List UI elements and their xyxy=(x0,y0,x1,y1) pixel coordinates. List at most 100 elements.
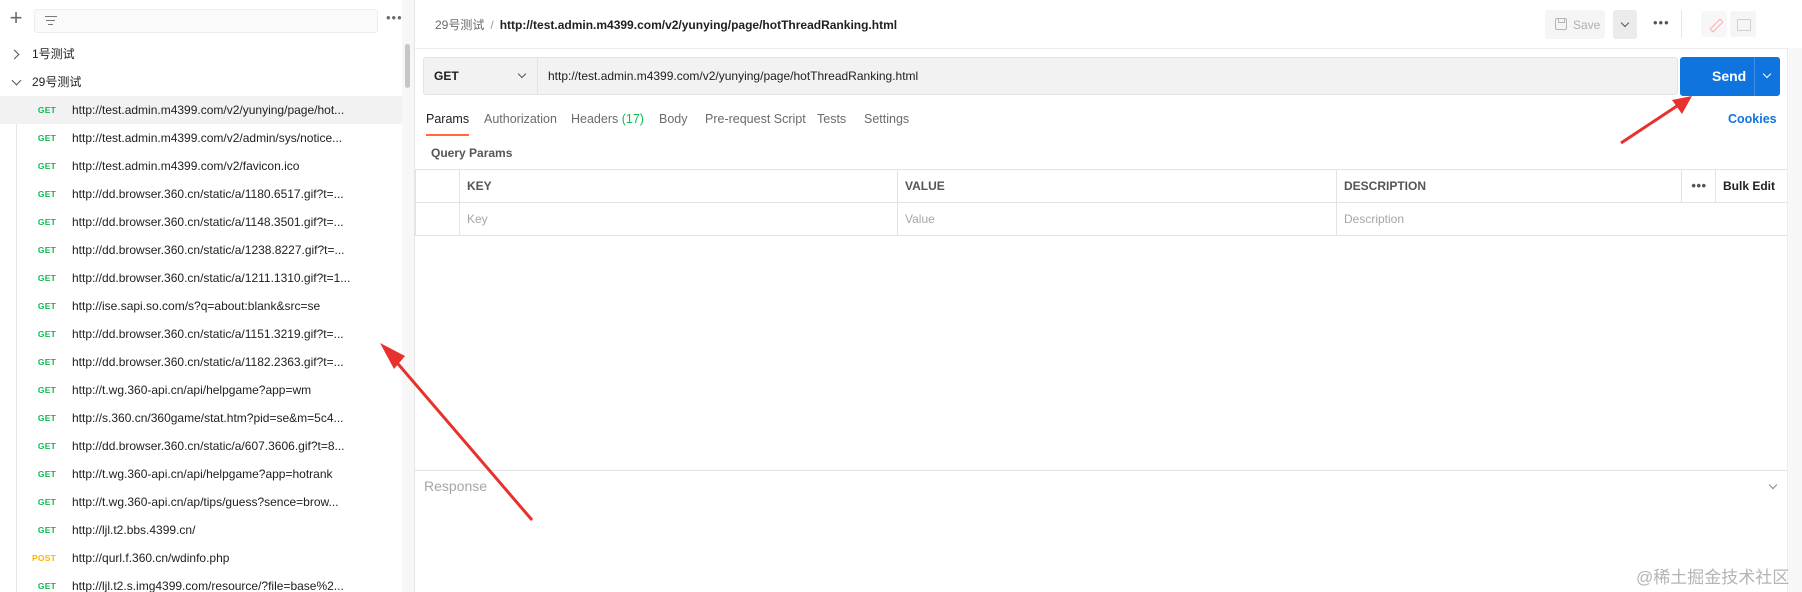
save-dropdown-button[interactable] xyxy=(1613,10,1637,39)
folder-1[interactable]: 1号测试 xyxy=(0,40,400,68)
tab-authorization[interactable]: Authorization xyxy=(484,112,557,126)
tab-label: Authorization xyxy=(484,112,557,126)
request-item[interactable]: GET http://dd.browser.360.cn/static/a/114… xyxy=(0,208,402,236)
request-item[interactable]: GET http://dd.browser.360.cn/static/a/118… xyxy=(0,348,402,376)
method-badge: GET xyxy=(37,189,56,199)
request-url: http://dd.browser.360.cn/static/a/1182.2… xyxy=(72,355,344,369)
request-url: http://test.admin.m4399.com/v2/yunying/p… xyxy=(72,103,345,117)
chevron-down-icon[interactable] xyxy=(1762,69,1772,79)
tab-label: Body xyxy=(659,112,688,126)
method-badge: GET xyxy=(37,273,56,283)
tab-pre-request-script[interactable]: Pre-request Script xyxy=(705,112,806,126)
tab-headers[interactable]: Headers (17) xyxy=(571,112,644,126)
request-item[interactable]: POST http://qurl.f.360.cn/wdinfo.php xyxy=(0,544,402,572)
value-input[interactable]: Value xyxy=(897,203,1337,235)
breadcrumb-request-name[interactable]: http://test.admin.m4399.com/v2/yunying/p… xyxy=(500,18,897,32)
params-more-icon[interactable]: ••• xyxy=(1681,170,1716,202)
column-header-description: DESCRIPTION xyxy=(1336,170,1682,202)
sidebar-scrollbar-track[interactable] xyxy=(402,0,414,592)
breadcrumb: 29号测试 / http://test.admin.m4399.com/v2/yun… xyxy=(435,16,897,33)
request-item[interactable]: GET http://t.wg.360-api.cn/api/helpgame?a… xyxy=(0,460,402,488)
request-url: http://qurl.f.360.cn/wdinfo.php xyxy=(72,551,230,565)
url-bar: GET http://test.admin.m4399.com/v2/yunyi… xyxy=(423,57,1678,95)
bulk-edit-button[interactable]: Bulk Edit xyxy=(1715,170,1787,202)
request-item[interactable]: GET http://test.admin.m4399.com/v2/admin/… xyxy=(0,124,402,152)
method-badge: GET xyxy=(37,469,56,479)
column-header-value: VALUE xyxy=(897,170,1337,202)
request-item[interactable]: GET http://ise.sapi.so.com/s?q=about:blan… xyxy=(0,292,402,320)
row-checkbox[interactable] xyxy=(415,203,460,235)
method-badge: GET xyxy=(37,497,56,507)
request-url: http://dd.browser.360.cn/static/a/1211.1… xyxy=(72,271,351,285)
url-input[interactable]: http://test.admin.m4399.com/v2/yunying/p… xyxy=(548,69,918,83)
pencil-icon xyxy=(1709,18,1724,33)
request-url: http://dd.browser.360.cn/static/a/1180.6… xyxy=(72,187,344,201)
tab-label: Pre-request Script xyxy=(705,112,806,126)
method-badge: GET xyxy=(37,301,56,311)
request-url: http://dd.browser.360.cn/static/a/1238.8… xyxy=(72,243,345,257)
method-badge: GET xyxy=(37,581,56,591)
request-item[interactable]: GET http://t.wg.360-api.cn/ap/tips/guess?… xyxy=(0,488,402,516)
folder-name: 29号测试 xyxy=(32,75,82,89)
response-title: Response xyxy=(424,478,488,494)
method-badge: GET xyxy=(37,133,56,143)
filter-icon xyxy=(45,16,57,26)
chevron-right-icon xyxy=(9,49,20,60)
request-url: http://ise.sapi.so.com/s?q=about:blank&s… xyxy=(72,299,321,313)
method-badge: GET xyxy=(37,525,56,535)
edit-button[interactable] xyxy=(1701,11,1727,37)
header-more-icon[interactable]: ••• xyxy=(1653,15,1670,30)
table-row: Key Value Description xyxy=(415,203,1787,236)
response-divider[interactable] xyxy=(415,470,1787,471)
sidebar-more-icon[interactable]: ••• xyxy=(386,10,403,25)
key-input[interactable]: Key xyxy=(459,203,898,235)
request-url: http://dd.browser.360.cn/static/a/607.36… xyxy=(72,439,345,453)
request-item[interactable]: GET http://dd.browser.360.cn/static/a/115… xyxy=(0,320,402,348)
tab-label: Params xyxy=(426,112,470,126)
plus-icon[interactable]: + xyxy=(7,7,25,29)
tab-tests[interactable]: Tests xyxy=(817,112,846,126)
row-checkbox-header xyxy=(415,170,460,202)
request-item[interactable]: GET http://dd.browser.360.cn/static/a/121… xyxy=(0,264,402,292)
chevron-down-icon[interactable] xyxy=(1768,480,1778,490)
request-item[interactable]: GET http://test.admin.m4399.com/v2/favico… xyxy=(0,152,402,180)
description-input[interactable]: Description xyxy=(1336,203,1682,235)
tab-label: Settings xyxy=(864,112,910,126)
cookies-link[interactable]: Cookies xyxy=(1728,112,1777,126)
tab-settings[interactable]: Settings xyxy=(864,112,909,126)
request-url: http://dd.browser.360.cn/static/a/1148.3… xyxy=(72,215,344,229)
documentation-button[interactable] xyxy=(1730,11,1756,37)
method-badge: GET xyxy=(37,217,56,227)
send-button[interactable]: Send xyxy=(1680,57,1780,96)
request-item[interactable]: GET http://dd.browser.360.cn/static/a/607… xyxy=(0,432,402,460)
method-select[interactable]: GET xyxy=(424,58,538,94)
tab-params[interactable]: Params xyxy=(426,112,470,136)
request-item[interactable]: GET http://test.admin.m4399.com/v2/yunyin… xyxy=(0,96,402,124)
request-list: GET http://test.admin.m4399.com/v2/yunyin… xyxy=(0,96,402,592)
request-url: http://test.admin.m4399.com/v2/admin/sys… xyxy=(72,131,343,145)
column-header-key: KEY xyxy=(459,170,898,202)
request-item[interactable]: GET http://ljl.t2.s.img4399.com/resource/… xyxy=(0,572,402,592)
sidebar-scrollbar[interactable] xyxy=(405,44,410,88)
request-url: http://ljl.t2.s.img4399.com/resource/?fi… xyxy=(72,579,344,592)
query-params-title: Query Params xyxy=(431,146,513,160)
params-table: KEY VALUE DESCRIPTION ••• Bulk Edit Key … xyxy=(415,169,1787,236)
filter-input[interactable] xyxy=(34,9,378,33)
main-scrollbar-track[interactable] xyxy=(1787,48,1802,592)
request-url: http://t.wg.360-api.cn/ap/tips/guess?sen… xyxy=(72,495,339,509)
save-label: Save xyxy=(1573,18,1601,32)
request-item[interactable]: GET http://dd.browser.360.cn/static/a/118… xyxy=(0,180,402,208)
tab-body[interactable]: Body xyxy=(659,112,688,126)
request-item[interactable]: GET http://s.360.cn/360game/stat.htm?pid=… xyxy=(0,404,402,432)
save-button[interactable]: Save xyxy=(1545,10,1605,39)
request-item[interactable]: GET http://dd.browser.360.cn/static/a/123… xyxy=(0,236,402,264)
request-url: http://t.wg.360-api.cn/api/helpgame?app=… xyxy=(72,467,333,481)
folder-29[interactable]: 29号测试 xyxy=(0,68,400,96)
method-badge: GET xyxy=(37,413,56,423)
request-item[interactable]: GET http://t.wg.360-api.cn/api/helpgame?a… xyxy=(0,376,402,404)
collections-sidebar: + ••• 1号测试 29号测试 GET http://test.admin.m4… xyxy=(0,0,415,592)
request-url: http://t.wg.360-api.cn/api/helpgame?app=… xyxy=(72,383,312,397)
breadcrumb-collection[interactable]: 29号测试 xyxy=(435,18,484,32)
tab-label: Tests xyxy=(817,112,847,126)
request-item[interactable]: GET http://ljl.t2.bbs.4399.cn/ xyxy=(0,516,402,544)
